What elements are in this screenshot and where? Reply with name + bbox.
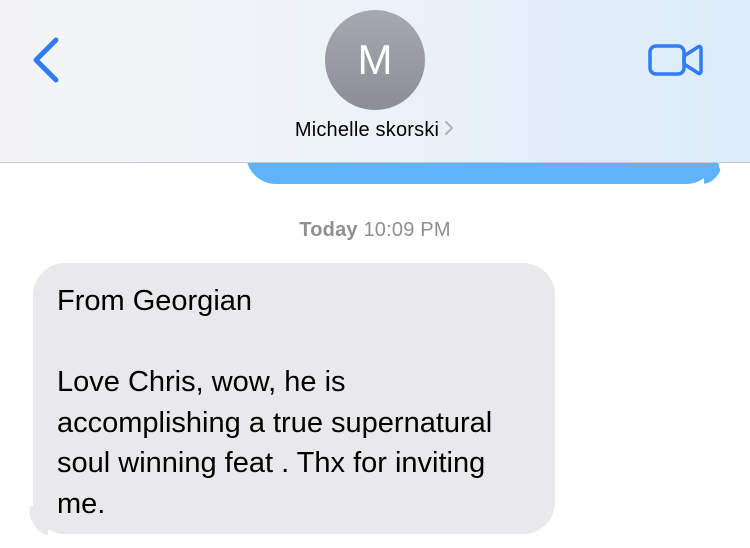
incoming-message-text: From Georgian Love Chris, wow, he is acc… [57,285,493,520]
timestamp-time: 10:09 PM [363,219,451,241]
contact-name-button[interactable]: Michelle skorski [0,119,750,142]
timestamp-day: Today [299,219,358,241]
back-button[interactable] [24,30,68,86]
chevron-left-icon [33,37,59,83]
conversation-header: M Michelle skorski [0,0,750,163]
video-camera-icon [648,44,703,76]
contact-avatar[interactable]: M [325,10,425,110]
message-timestamp: Today 10:09 PM [0,219,750,242]
incoming-message-bubble[interactable]: From Georgian Love Chris, wow, he is acc… [33,263,555,534]
contact-name: Michelle skorski [294,119,440,141]
chevron-right-icon [445,121,454,135]
facetime-video-button[interactable] [646,40,704,80]
avatar-initial: M [357,36,393,83]
